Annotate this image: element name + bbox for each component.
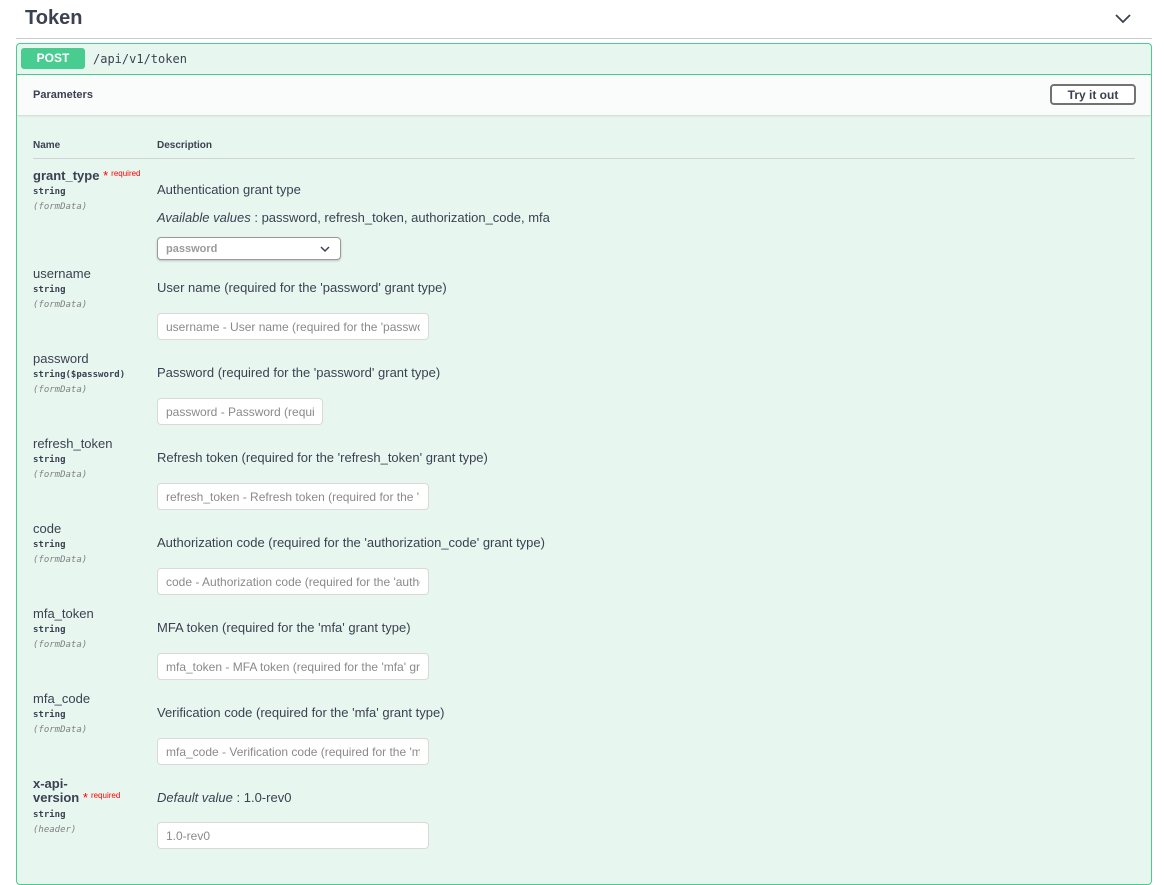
grant-type-selected: password — [166, 243, 218, 255]
tag-header[interactable]: Token — [16, 0, 1152, 39]
default-value-label: Default value — [157, 790, 233, 805]
operation-summary[interactable]: POST /api/v1/token — [17, 44, 1151, 75]
required-label: required — [90, 791, 121, 800]
param-name-grant-type: grant_type * required — [33, 168, 141, 183]
try-it-out-button[interactable]: Try it out — [1050, 84, 1136, 105]
param-name-username: username — [33, 266, 91, 281]
param-type: string($password) — [33, 370, 126, 380]
param-in: (formData) — [33, 470, 88, 480]
param-in: (formData) — [33, 725, 88, 735]
chevron-down-icon[interactable] — [1114, 9, 1132, 27]
parameters-title: Parameters — [33, 89, 93, 101]
method-badge: POST — [21, 48, 85, 69]
param-description: Authorization code (required for the 'au… — [157, 535, 545, 550]
required-label: required — [111, 169, 141, 178]
operation-block: POST /api/v1/token Parameters Try it out… — [16, 43, 1152, 885]
param-name-x-api-version: x-api-version * required — [33, 776, 121, 805]
available-values: Available values : password, refresh_tok… — [157, 210, 550, 225]
param-description: User name (required for the 'password' g… — [157, 280, 447, 295]
mfa-token-input[interactable] — [157, 653, 429, 680]
param-description: Authentication grant type — [157, 182, 301, 197]
param-description: Refresh token (required for the 'refresh… — [157, 450, 488, 465]
refresh-token-input[interactable] — [157, 483, 429, 510]
header-divider — [33, 158, 1135, 159]
param-name-line1: x-api- — [33, 776, 68, 791]
username-input[interactable] — [157, 313, 429, 340]
param-name-password: password — [33, 351, 89, 366]
operation-path: /api/v1/token — [93, 52, 187, 66]
param-type: string — [33, 710, 66, 720]
mfa-code-input[interactable] — [157, 738, 429, 765]
param-type: string — [33, 625, 66, 635]
param-type: string — [33, 187, 66, 197]
available-values-label: Available values — [157, 210, 251, 225]
param-name-mfa-code: mfa_code — [33, 691, 91, 706]
param-name-code: code — [33, 521, 62, 536]
grant-type-select[interactable]: password — [157, 237, 341, 260]
param-name-refresh-token: refresh_token — [33, 436, 113, 451]
param-type: string — [33, 455, 66, 465]
param-type: string — [33, 540, 66, 550]
param-in: (header) — [33, 825, 77, 835]
param-in: (formData) — [33, 640, 88, 650]
param-type: string — [33, 285, 66, 295]
param-name-mfa-token: mfa_token — [33, 606, 94, 621]
chevron-down-icon — [320, 246, 330, 253]
parameters-header: Parameters Try it out — [17, 75, 1151, 115]
param-type: string — [33, 810, 66, 820]
column-header-name: Name — [33, 140, 61, 151]
param-description: MFA token (required for the 'mfa' grant … — [157, 620, 411, 635]
param-in: (formData) — [33, 300, 88, 310]
password-input[interactable] — [157, 398, 323, 425]
default-value: Default value : 1.0-rev0 — [157, 790, 292, 805]
param-name-text: grant_type — [33, 168, 100, 183]
param-in: (formData) — [33, 385, 88, 395]
x-api-version-input[interactable] — [157, 822, 429, 849]
code-input[interactable] — [157, 568, 429, 595]
param-description: Verification code (required for the 'mfa… — [157, 705, 445, 720]
param-in: (formData) — [33, 202, 88, 212]
column-header-description: Description — [157, 140, 213, 151]
tag-title: Token — [25, 7, 83, 29]
param-description: Password (required for the 'password' gr… — [157, 365, 441, 380]
available-values-list: password, refresh_token, authorization_c… — [261, 210, 550, 225]
param-in: (formData) — [33, 555, 88, 565]
param-name-line2: version — [33, 790, 80, 805]
default-value-text: 1.0-rev0 — [243, 790, 292, 805]
